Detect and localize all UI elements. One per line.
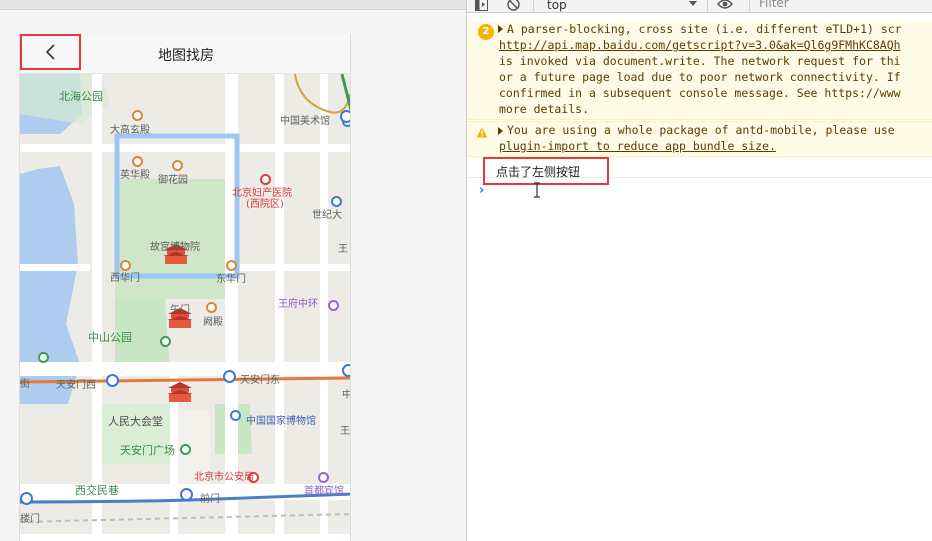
metro-station-icon[interactable] bbox=[180, 488, 193, 501]
warning-count-badge: 2 bbox=[478, 24, 494, 40]
map-label: 王 bbox=[338, 244, 348, 255]
map-label: 世纪大 bbox=[312, 210, 342, 221]
message-line: or a future page load due to poor networ… bbox=[499, 70, 901, 84]
context-select[interactable]: top bbox=[541, 0, 701, 12]
poi-marker[interactable] bbox=[206, 302, 217, 313]
message-line: confirmed in a subsequent console messag… bbox=[499, 86, 901, 100]
text-cursor-icon bbox=[534, 182, 540, 198]
app-preview: 地图找房 北海公园 大高玄殿 中国美术馆 英华殿 御花园 北京妇产医院 (西院区… bbox=[0, 0, 466, 541]
map-label: 大高玄殿 bbox=[110, 125, 150, 136]
message-line: A parser-blocking, cross site (i.e. diff… bbox=[507, 22, 902, 36]
message-link[interactable]: http://api.map.baidu.com/getscript?v=3.0… bbox=[499, 38, 901, 54]
sidebar-icon[interactable] bbox=[475, 0, 488, 12]
map-label: 东华门 bbox=[216, 274, 246, 285]
message-link[interactable]: plugin-import to reduce app bundle size. bbox=[499, 139, 776, 155]
map-label: 故宫博物院 bbox=[150, 242, 200, 253]
console-log-entry: 点击了左侧按钮 bbox=[483, 157, 609, 185]
metro-station-icon[interactable] bbox=[342, 364, 350, 377]
map-label: 中国美术馆 bbox=[280, 116, 330, 127]
hospital-marker[interactable] bbox=[260, 174, 271, 185]
map-label: 王府中环 bbox=[278, 299, 318, 310]
poi-marker[interactable] bbox=[328, 300, 339, 311]
poi-marker[interactable] bbox=[318, 472, 329, 483]
phone-screen: 地图找房 北海公园 大高玄殿 中国美术馆 英华殿 御花园 北京妇产医院 (西院区… bbox=[19, 34, 351, 541]
map-label: 英华殿 bbox=[120, 170, 150, 181]
expand-arrow-icon[interactable] bbox=[498, 25, 503, 33]
clear-icon[interactable] bbox=[507, 0, 520, 12]
metro-station-icon[interactable] bbox=[223, 370, 236, 383]
log-text: 点击了左侧按钮 bbox=[496, 164, 581, 179]
metro-station-icon[interactable] bbox=[340, 110, 350, 123]
map-label: 北海公园 bbox=[59, 90, 103, 103]
map-label: 中国国家博物馆 bbox=[246, 416, 316, 427]
map-label: 王 bbox=[340, 426, 350, 437]
map-label: (西院区) bbox=[246, 199, 284, 210]
message-line: more details. bbox=[499, 102, 590, 116]
map-label: 首都宾馆 bbox=[304, 486, 344, 497]
map-label: 天安门西 bbox=[56, 380, 96, 391]
poi-marker[interactable] bbox=[132, 110, 143, 121]
expand-arrow-icon[interactable] bbox=[498, 127, 503, 135]
toolbar-divider bbox=[749, 0, 750, 12]
map-label: 中 bbox=[342, 390, 351, 401]
console-prompt[interactable]: › bbox=[479, 183, 484, 198]
context-value: top bbox=[547, 0, 567, 12]
map-label: 街 bbox=[20, 379, 30, 390]
metro-station-icon[interactable] bbox=[20, 492, 33, 505]
map-label: 中山公园 bbox=[88, 331, 132, 344]
map-label: 御花园 bbox=[158, 175, 188, 186]
poi-marker[interactable] bbox=[120, 260, 131, 271]
console-warning[interactable]: 2 A parser-blocking, cross site (i.e. di… bbox=[467, 21, 932, 120]
screen: 地图找房 北海公园 大高玄殿 中国美术馆 英华殿 御花园 北京妇产医院 (西院区… bbox=[0, 0, 932, 541]
console-warning[interactable]: You are using a whole package of antd-mo… bbox=[467, 121, 932, 157]
metro-station-icon[interactable] bbox=[106, 374, 119, 387]
palace-icon[interactable] bbox=[166, 380, 194, 402]
eye-icon[interactable] bbox=[717, 0, 733, 12]
devtools-console: top Filter 2 A parser-blocking, cross si… bbox=[466, 0, 932, 541]
toolbar-divider bbox=[533, 0, 534, 12]
message-line: You are using a whole package of antd-mo… bbox=[507, 123, 895, 137]
warning-icon bbox=[476, 127, 488, 138]
map-label: 天安门东 bbox=[240, 375, 280, 386]
filter-input[interactable]: Filter bbox=[759, 0, 789, 10]
poi-marker[interactable] bbox=[226, 260, 237, 271]
map-label: 西华门 bbox=[110, 273, 140, 284]
park-marker[interactable] bbox=[160, 336, 171, 347]
poi-marker[interactable] bbox=[132, 156, 143, 167]
baidu-map[interactable]: 北海公园 大高玄殿 中国美术馆 英华殿 御花园 北京妇产医院 (西院区) 世纪大… bbox=[20, 74, 351, 541]
navbar: 地图找房 bbox=[20, 34, 350, 74]
message-line: is invoked via document.write. The netwo… bbox=[499, 54, 901, 68]
museum-marker[interactable] bbox=[230, 410, 241, 421]
toolbar-divider bbox=[707, 0, 708, 12]
dropdown-arrow-icon bbox=[689, 1, 697, 6]
map-label: 天安门广场 bbox=[120, 444, 175, 457]
poi-marker[interactable] bbox=[331, 196, 342, 207]
map-label: 北京市公安局 bbox=[194, 472, 254, 483]
console-toolbar: top Filter bbox=[467, 0, 932, 13]
poi-marker[interactable] bbox=[172, 160, 183, 171]
map-label: 楼门 bbox=[20, 514, 40, 525]
map-label: 前门 bbox=[200, 494, 220, 505]
poi-marker[interactable] bbox=[38, 352, 49, 363]
square-marker[interactable] bbox=[180, 444, 191, 455]
map-label: 阙殿 bbox=[203, 317, 223, 328]
browser-strip bbox=[0, 0, 466, 10]
map-label: 西交民巷 bbox=[75, 484, 119, 497]
page-title: 地图找房 bbox=[158, 48, 214, 64]
map-label: 午门 bbox=[170, 305, 190, 316]
map-label: 人民大会堂 bbox=[108, 415, 163, 428]
